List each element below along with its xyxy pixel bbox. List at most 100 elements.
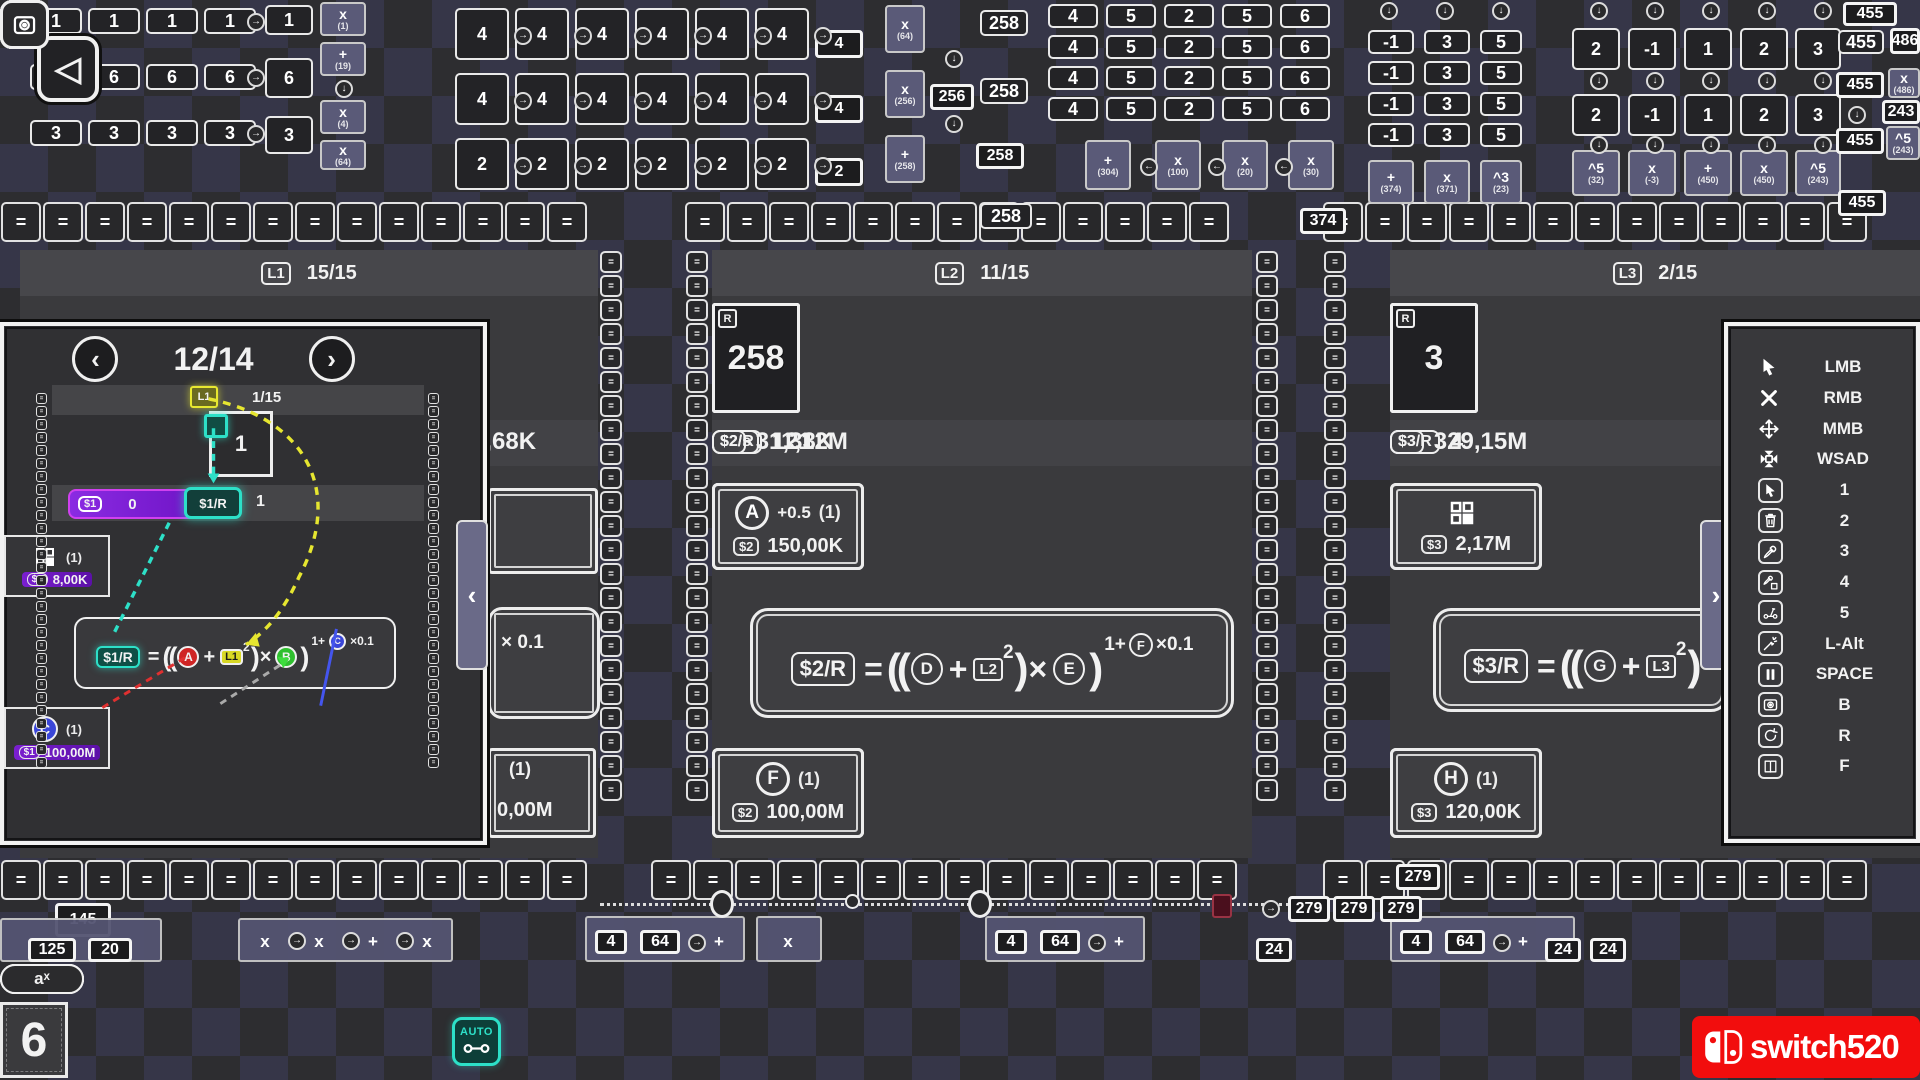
conveyor-belt[interactable]: ============== xyxy=(0,858,624,902)
conveyor-cell[interactable]: = xyxy=(428,757,439,768)
grid-tile[interactable]: 6 xyxy=(1280,35,1330,59)
variable-upgrade-button[interactable]: H (1) $3 120,00K xyxy=(1390,748,1542,838)
conveyor-cell[interactable]: = xyxy=(1,202,41,242)
conveyor-cell[interactable]: = xyxy=(428,484,439,495)
operator-tile[interactable]: x(1) xyxy=(320,2,366,36)
hotbar-mode-pill[interactable]: aˣ xyxy=(0,964,84,994)
conveyor-cell[interactable]: = xyxy=(895,202,935,242)
grid-tile[interactable]: 1 xyxy=(146,8,198,34)
conveyor-cell[interactable]: = xyxy=(1324,323,1346,345)
link-arrow[interactable]: ↓ xyxy=(1758,72,1776,90)
conveyor-cell[interactable]: = xyxy=(1256,539,1278,561)
link-arrow[interactable]: ↓ xyxy=(1380,2,1398,20)
link-arrow[interactable]: → xyxy=(247,125,265,143)
conveyor-cell[interactable]: = xyxy=(1323,860,1363,900)
operator-glyph[interactable]: x xyxy=(414,928,440,954)
conveyor-cell[interactable]: = xyxy=(428,627,439,638)
conveyor-cell[interactable]: = xyxy=(1256,491,1278,513)
conveyor-cell[interactable]: = xyxy=(1324,563,1346,585)
grid-tile[interactable]: 2 xyxy=(1164,35,1214,59)
conveyor-cell[interactable]: = xyxy=(735,860,775,900)
grid-tile[interactable]: 4 xyxy=(455,8,509,60)
conveyor-cell[interactable]: = xyxy=(1256,611,1278,633)
grid-tile[interactable]: 5 xyxy=(1222,35,1272,59)
operator-tile[interactable]: x(20) xyxy=(1222,140,1268,190)
conveyor-cell[interactable]: = xyxy=(686,275,708,297)
conveyor-cell[interactable]: = xyxy=(1617,860,1657,900)
grid-tile[interactable]: 5 xyxy=(1106,4,1156,28)
conveyor-cell[interactable]: = xyxy=(1491,860,1531,900)
conveyor-cell[interactable]: = xyxy=(686,659,708,681)
link-arrow[interactable]: → xyxy=(634,27,652,45)
conveyor-cell[interactable]: = xyxy=(1105,202,1145,242)
grid-tile[interactable]: 455 xyxy=(1843,2,1897,26)
conveyor-cell[interactable]: = xyxy=(428,562,439,573)
conveyor-cell[interactable]: = xyxy=(686,443,708,465)
conveyor-cell[interactable]: = xyxy=(43,860,83,900)
conveyor-cell[interactable]: = xyxy=(428,549,439,560)
conveyor-cell[interactable]: = xyxy=(211,202,251,242)
operator-glyph[interactable]: + xyxy=(1106,928,1132,954)
operator-tile[interactable]: +(374) xyxy=(1368,160,1414,204)
conveyor-cell[interactable]: = xyxy=(600,251,622,273)
link-arrow[interactable]: → xyxy=(1493,934,1511,952)
grid-tile[interactable]: 2 xyxy=(1164,97,1214,121)
grid-tile[interactable]: 64 xyxy=(1040,930,1080,954)
operator-tile[interactable]: +(258) xyxy=(885,135,925,183)
conveyor-cell[interactable]: = xyxy=(43,202,83,242)
grid-tile[interactable]: 455 xyxy=(1838,30,1884,54)
grid-tile[interactable]: 125 xyxy=(28,938,76,962)
reset-tile[interactable]: R 3 xyxy=(1390,303,1478,413)
grid-tile[interactable]: 4 xyxy=(595,930,627,954)
conveyor-cell[interactable]: = xyxy=(686,395,708,417)
conveyor-cell[interactable]: = xyxy=(36,653,47,664)
conveyor-cell[interactable]: = xyxy=(600,275,622,297)
grid-tile[interactable]: 4 xyxy=(1048,66,1098,90)
link-arrow[interactable]: → xyxy=(514,92,532,110)
grid-tile[interactable]: 2 xyxy=(1572,28,1620,70)
grid-tile[interactable]: 486 xyxy=(1890,28,1920,54)
conveyor-cell[interactable]: = xyxy=(36,562,47,573)
conveyor-cell[interactable]: = xyxy=(1575,860,1615,900)
conveyor-cell[interactable]: = xyxy=(1743,202,1783,242)
conveyor-cell[interactable]: = xyxy=(428,601,439,612)
conveyor-cell[interactable]: = xyxy=(1256,515,1278,537)
conveyor-cell[interactable]: = xyxy=(651,860,691,900)
link-arrow[interactable]: → xyxy=(814,157,832,175)
conveyor-cell[interactable]: = xyxy=(1659,202,1699,242)
conveyor-cell[interactable]: = xyxy=(1449,860,1489,900)
link-arrow[interactable]: → xyxy=(574,92,592,110)
link-arrow[interactable]: → xyxy=(288,932,306,950)
grid-tile[interactable]: 6 xyxy=(146,64,198,90)
conveyor-cell[interactable]: = xyxy=(36,432,47,443)
link-arrow[interactable]: → xyxy=(247,13,265,31)
operator-glyph[interactable]: + xyxy=(360,928,386,954)
grid-tile[interactable]: -1 xyxy=(1368,30,1414,54)
operator-tile[interactable]: +(19) xyxy=(320,42,366,76)
grid-tile[interactable]: 20 xyxy=(88,938,132,962)
grid-tile[interactable]: 3 xyxy=(1424,123,1470,147)
mini-upgrade-button[interactable]: (1) $1 8,00K xyxy=(4,535,110,597)
conveyor-belt[interactable]: ============= xyxy=(1322,200,1920,244)
link-arrow[interactable]: → xyxy=(634,92,652,110)
grid-tile[interactable]: 5 xyxy=(1106,35,1156,59)
conveyor-cell[interactable]: = xyxy=(903,860,943,900)
link-arrow[interactable]: → xyxy=(1262,900,1280,918)
operator-tile[interactable]: x(256) xyxy=(885,70,925,118)
conveyor-cell[interactable]: = xyxy=(1701,202,1741,242)
grid-tile[interactable]: 5 xyxy=(1106,66,1156,90)
link-arrow[interactable]: → xyxy=(1088,934,1106,952)
grid-tile[interactable]: 2 xyxy=(1572,94,1620,136)
conveyor-cell[interactable]: = xyxy=(36,731,47,742)
grid-tile[interactable]: 6 xyxy=(1280,66,1330,90)
conveyor-cell[interactable]: = xyxy=(727,202,767,242)
conveyor-cell[interactable]: = xyxy=(600,707,622,729)
conveyor-cell[interactable]: = xyxy=(1533,202,1573,242)
conveyor-belt[interactable]: ======================= xyxy=(1322,250,1348,858)
grid-tile[interactable]: 4 xyxy=(1400,930,1432,954)
conveyor-cell[interactable]: = xyxy=(686,467,708,489)
mini-variable-button[interactable]: C (1) $1 100,00M xyxy=(4,707,110,769)
conveyor-cell[interactable]: = xyxy=(421,202,461,242)
grid-tile[interactable]: 5 xyxy=(1480,61,1522,85)
conveyor-cell[interactable]: = xyxy=(428,419,439,430)
